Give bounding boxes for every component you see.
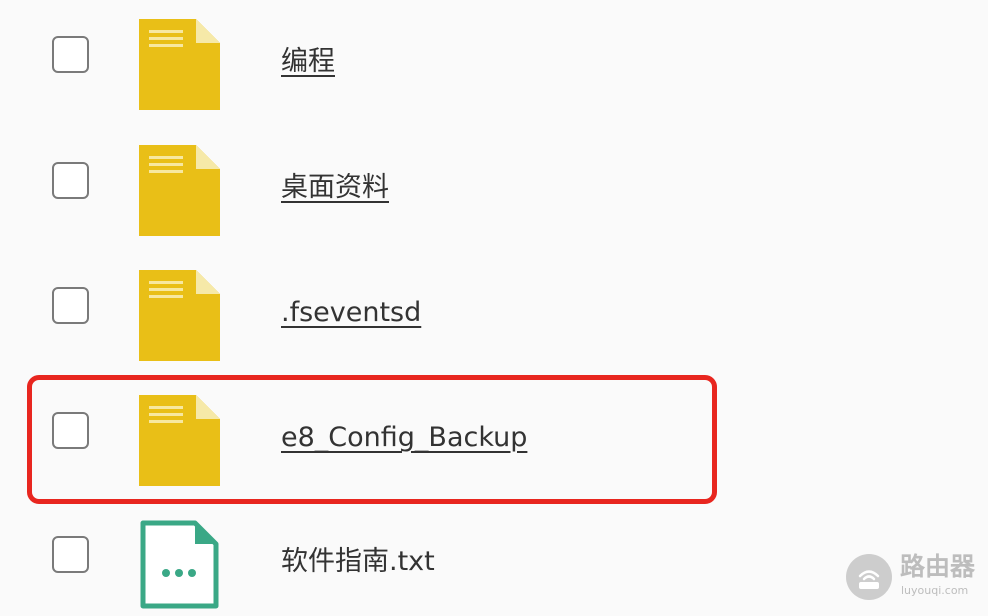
file-name-link[interactable]: 桌面资料 [281, 171, 389, 205]
watermark: 路由器 luyouqi.com [846, 552, 982, 604]
file-row-folder[interactable]: 桌面资料 [0, 126, 988, 236]
folder-icon[interactable] [139, 19, 220, 110]
file-name-link[interactable]: e8_Config_Backup [281, 421, 527, 455]
folder-icon[interactable] [139, 145, 220, 236]
select-checkbox[interactable] [52, 536, 89, 573]
file-row-text[interactable]: 软件指南.txt [0, 500, 988, 610]
watermark-subtitle: luyouqi.com [901, 584, 969, 597]
file-name-link[interactable]: .fseventsd [281, 296, 421, 330]
folder-icon[interactable] [139, 270, 220, 361]
text-file-icon[interactable] [139, 519, 220, 610]
router-icon [846, 554, 892, 600]
select-checkbox[interactable] [52, 287, 89, 324]
file-list-page: 编程 桌面资料 .fseventsd e8_Config_Backup 软件指南… [0, 0, 988, 616]
file-name-link[interactable]: 编程 [281, 45, 335, 79]
select-checkbox[interactable] [52, 36, 89, 73]
select-checkbox[interactable] [52, 162, 89, 199]
file-row-folder[interactable]: 编程 [0, 0, 988, 110]
file-name[interactable]: 软件指南.txt [281, 545, 435, 579]
file-row-folder[interactable]: .fseventsd [0, 251, 988, 361]
folder-icon[interactable] [139, 395, 220, 486]
watermark-title: 路由器 [900, 552, 976, 581]
select-checkbox[interactable] [52, 412, 89, 449]
file-row-folder-highlighted[interactable]: e8_Config_Backup [0, 376, 988, 486]
